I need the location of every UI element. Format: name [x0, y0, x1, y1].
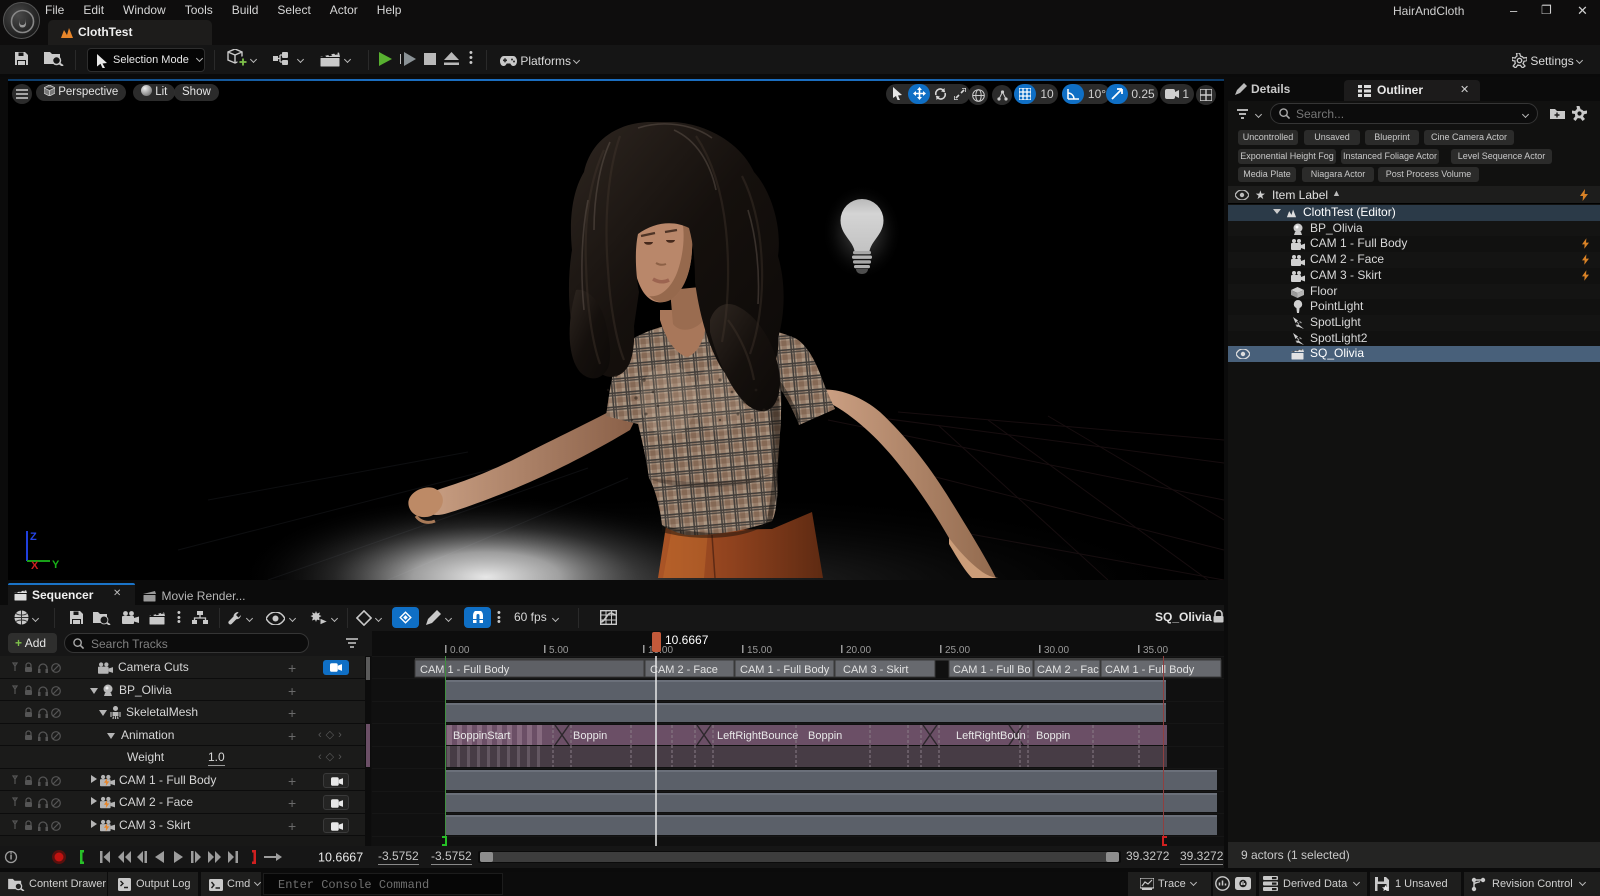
svg-text:10.6667: 10.6667: [665, 633, 709, 647]
svg-text:Y: Y: [52, 559, 60, 571]
svg-text:BoppinStart: BoppinStart: [453, 730, 510, 742]
svg-text:35.00: 35.00: [1143, 645, 1168, 656]
svg-text:LeftRightBoun: LeftRightBoun: [956, 730, 1026, 742]
svg-text:CAM 1 - Full Body: CAM 1 - Full Body: [740, 664, 830, 676]
svg-text:5.00: 5.00: [549, 645, 569, 656]
svg-text:CAM 2 - Face: CAM 2 - Face: [650, 664, 718, 676]
svg-text:CAM 1 - Full Bo: CAM 1 - Full Bo: [953, 664, 1031, 676]
svg-text:Boppin: Boppin: [808, 730, 842, 742]
svg-text:Boppin: Boppin: [1036, 730, 1070, 742]
svg-text:Boppin: Boppin: [573, 730, 607, 742]
svg-text:X: X: [31, 560, 39, 572]
svg-text:LeftRightBounce: LeftRightBounce: [717, 730, 798, 742]
svg-text:10.6667: 10.6667: [318, 851, 363, 865]
svg-text:Z: Z: [30, 531, 37, 543]
svg-text:CAM 1 - Full Body: CAM 1 - Full Body: [1105, 664, 1195, 676]
svg-text:15.00: 15.00: [747, 645, 772, 656]
svg-text:20.00: 20.00: [846, 645, 871, 656]
svg-text:30.00: 30.00: [1044, 645, 1069, 656]
svg-text:CAM 3 - Skirt: CAM 3 - Skirt: [843, 664, 908, 676]
svg-text:CAM 1 - Full Body: CAM 1 - Full Body: [420, 664, 510, 676]
svg-text:25.00: 25.00: [945, 645, 970, 656]
svg-text:CAM 2 - Fac: CAM 2 - Fac: [1037, 664, 1099, 676]
svg-text:0.00: 0.00: [450, 645, 470, 656]
